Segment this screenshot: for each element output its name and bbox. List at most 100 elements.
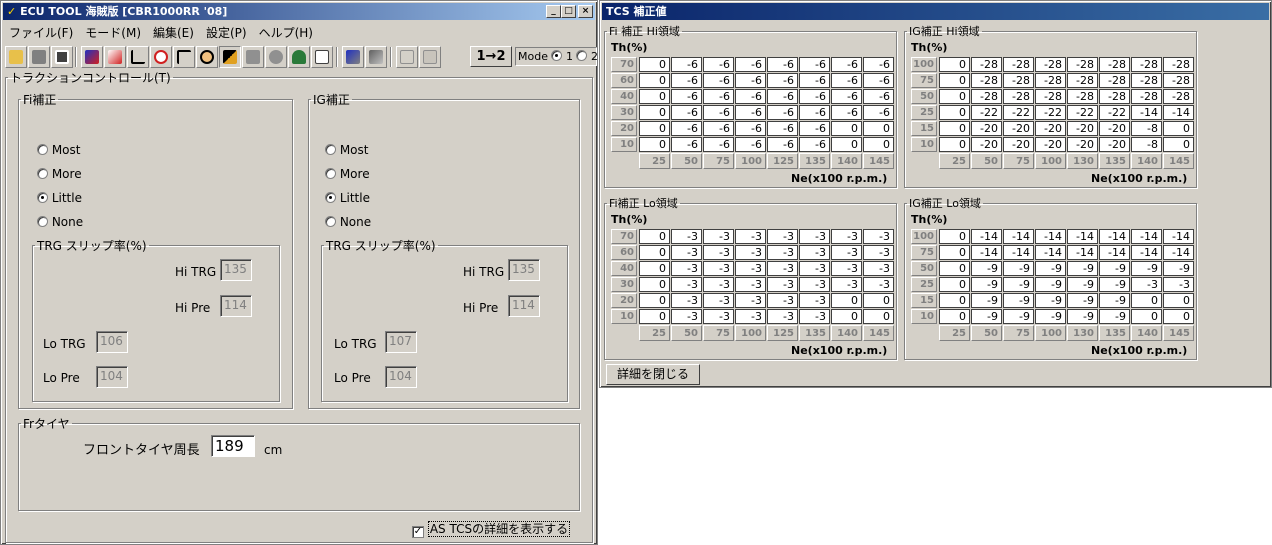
ig-hi-trg-field[interactable]: 135 <box>508 259 540 281</box>
fi-hi-pre-field[interactable]: 114 <box>220 295 252 317</box>
fi-option-more[interactable]: More <box>37 167 82 181</box>
menu-file[interactable]: ファイル(F) <box>3 22 81 41</box>
grid-cell[interactable]: -3 <box>767 245 798 260</box>
grid-cell[interactable]: -9 <box>1163 261 1194 276</box>
grid-cell[interactable]: -28 <box>971 89 1002 104</box>
grid-cell[interactable]: -6 <box>799 105 830 120</box>
grid-cell[interactable]: -6 <box>831 57 862 72</box>
grid-cell[interactable]: -6 <box>671 137 702 152</box>
menu-edit[interactable]: 編集(E) <box>149 22 202 41</box>
grid-cell[interactable]: -6 <box>735 105 766 120</box>
fi-little-radio[interactable] <box>37 192 48 203</box>
save-icon[interactable] <box>51 46 73 68</box>
mode-1-radio[interactable] <box>551 50 563 61</box>
grid-cell[interactable]: -6 <box>703 137 734 152</box>
grid-cell[interactable]: -6 <box>671 57 702 72</box>
grid-cell[interactable]: -3 <box>831 261 862 276</box>
grid-cell[interactable]: -3 <box>735 229 766 244</box>
grid-cell[interactable]: 0 <box>863 309 894 324</box>
grid-cell[interactable]: -6 <box>735 89 766 104</box>
grid-cell[interactable]: 0 <box>831 121 862 136</box>
grid-cell[interactable]: -6 <box>735 73 766 88</box>
grid-cell[interactable]: 0 <box>639 277 670 292</box>
ig-none-radio[interactable] <box>325 216 336 227</box>
grid-cell[interactable]: -28 <box>1035 57 1066 72</box>
grid-cell[interactable]: -28 <box>1131 57 1162 72</box>
grid-cell[interactable]: -3 <box>735 293 766 308</box>
grid-cell[interactable]: -20 <box>971 121 1002 136</box>
grid-cell[interactable]: 0 <box>1131 309 1162 324</box>
grid-cell[interactable]: 0 <box>939 105 970 120</box>
grid-cell[interactable]: -14 <box>1003 229 1034 244</box>
grid-cell[interactable]: -28 <box>1067 89 1098 104</box>
grid-cell[interactable]: -14 <box>1131 245 1162 260</box>
grid-cell[interactable]: 0 <box>939 293 970 308</box>
grid-cell[interactable]: -6 <box>799 73 830 88</box>
copy-1-to-2-button[interactable]: 1→2 <box>470 46 512 67</box>
copy-icon[interactable] <box>396 46 418 68</box>
checkbox-box[interactable]: ✓ <box>412 526 424 538</box>
properties-icon[interactable] <box>311 46 333 68</box>
grid-cell[interactable]: -6 <box>671 89 702 104</box>
grid-cell[interactable]: -9 <box>1035 261 1066 276</box>
grid-cell[interactable]: 0 <box>1163 293 1194 308</box>
grid-cell[interactable]: -3 <box>671 245 702 260</box>
grid-cell[interactable]: 0 <box>639 137 670 152</box>
grid-cell[interactable]: -8 <box>1131 137 1162 152</box>
grid-cell[interactable]: -6 <box>703 89 734 104</box>
grid-cell[interactable]: -6 <box>863 89 894 104</box>
grid-cell[interactable]: -6 <box>767 121 798 136</box>
grid-cell[interactable]: -14 <box>1003 245 1034 260</box>
grid-cell[interactable]: -3 <box>735 309 766 324</box>
grid-cell[interactable]: -14 <box>1099 229 1130 244</box>
grid-cell[interactable]: -9 <box>1067 293 1098 308</box>
grid-cell[interactable]: -14 <box>1099 245 1130 260</box>
grid-cell[interactable]: -9 <box>1003 293 1034 308</box>
grid-cell[interactable]: 0 <box>639 121 670 136</box>
grid-cell[interactable]: -3 <box>703 309 734 324</box>
grid-cell[interactable]: -3 <box>671 309 702 324</box>
shield-icon[interactable] <box>265 46 287 68</box>
grid-cell[interactable]: -20 <box>1099 137 1130 152</box>
grid-cell[interactable]: -3 <box>767 293 798 308</box>
maximize-button[interactable]: □ <box>561 5 576 18</box>
grid-cell[interactable]: -6 <box>671 105 702 120</box>
grid-cell[interactable]: -3 <box>671 293 702 308</box>
grid-cell[interactable]: 0 <box>1163 121 1194 136</box>
open-folder-icon[interactable] <box>5 46 27 68</box>
grid-cell[interactable]: -20 <box>1067 137 1098 152</box>
grid-cell[interactable]: -3 <box>671 277 702 292</box>
grid-cell[interactable]: 0 <box>639 293 670 308</box>
grid-cell[interactable]: -6 <box>703 121 734 136</box>
grid-cell[interactable]: -20 <box>1003 137 1034 152</box>
grid-cell[interactable]: -20 <box>1035 121 1066 136</box>
grid-cell[interactable]: -28 <box>1099 57 1130 72</box>
edit-red-icon[interactable] <box>104 46 126 68</box>
speed-limit-icon[interactable] <box>150 46 172 68</box>
grid-cell[interactable]: -6 <box>767 105 798 120</box>
grid-cell[interactable]: -3 <box>863 261 894 276</box>
grid-cell[interactable]: -28 <box>1163 89 1194 104</box>
grid-cell[interactable]: 0 <box>639 89 670 104</box>
step-chart-icon[interactable] <box>127 46 149 68</box>
download-icon[interactable] <box>342 46 364 68</box>
grid-cell[interactable]: -9 <box>1099 309 1130 324</box>
grid-cell[interactable]: -3 <box>799 245 830 260</box>
grid-cell[interactable]: -9 <box>971 309 1002 324</box>
grid-cell[interactable]: -14 <box>971 229 1002 244</box>
grid-cell[interactable]: -14 <box>1163 105 1194 120</box>
grid-cell[interactable]: -14 <box>971 245 1002 260</box>
grid-cell[interactable]: -28 <box>1035 89 1066 104</box>
fi-option-most[interactable]: Most <box>37 143 80 157</box>
grid-cell[interactable]: -9 <box>1099 261 1130 276</box>
grid-cell[interactable]: -14 <box>1163 245 1194 260</box>
grid-cell[interactable]: -28 <box>1099 73 1130 88</box>
grid-cell[interactable]: -22 <box>1035 105 1066 120</box>
ig-little-radio[interactable] <box>325 192 336 203</box>
grid-cell[interactable]: -28 <box>1099 89 1130 104</box>
ig-lo-pre-field[interactable]: 104 <box>385 366 417 388</box>
grid-cell[interactable]: -6 <box>799 121 830 136</box>
grid-cell[interactable]: -6 <box>831 105 862 120</box>
grid-cell[interactable]: -22 <box>1003 105 1034 120</box>
grid-cell[interactable]: -14 <box>1035 245 1066 260</box>
